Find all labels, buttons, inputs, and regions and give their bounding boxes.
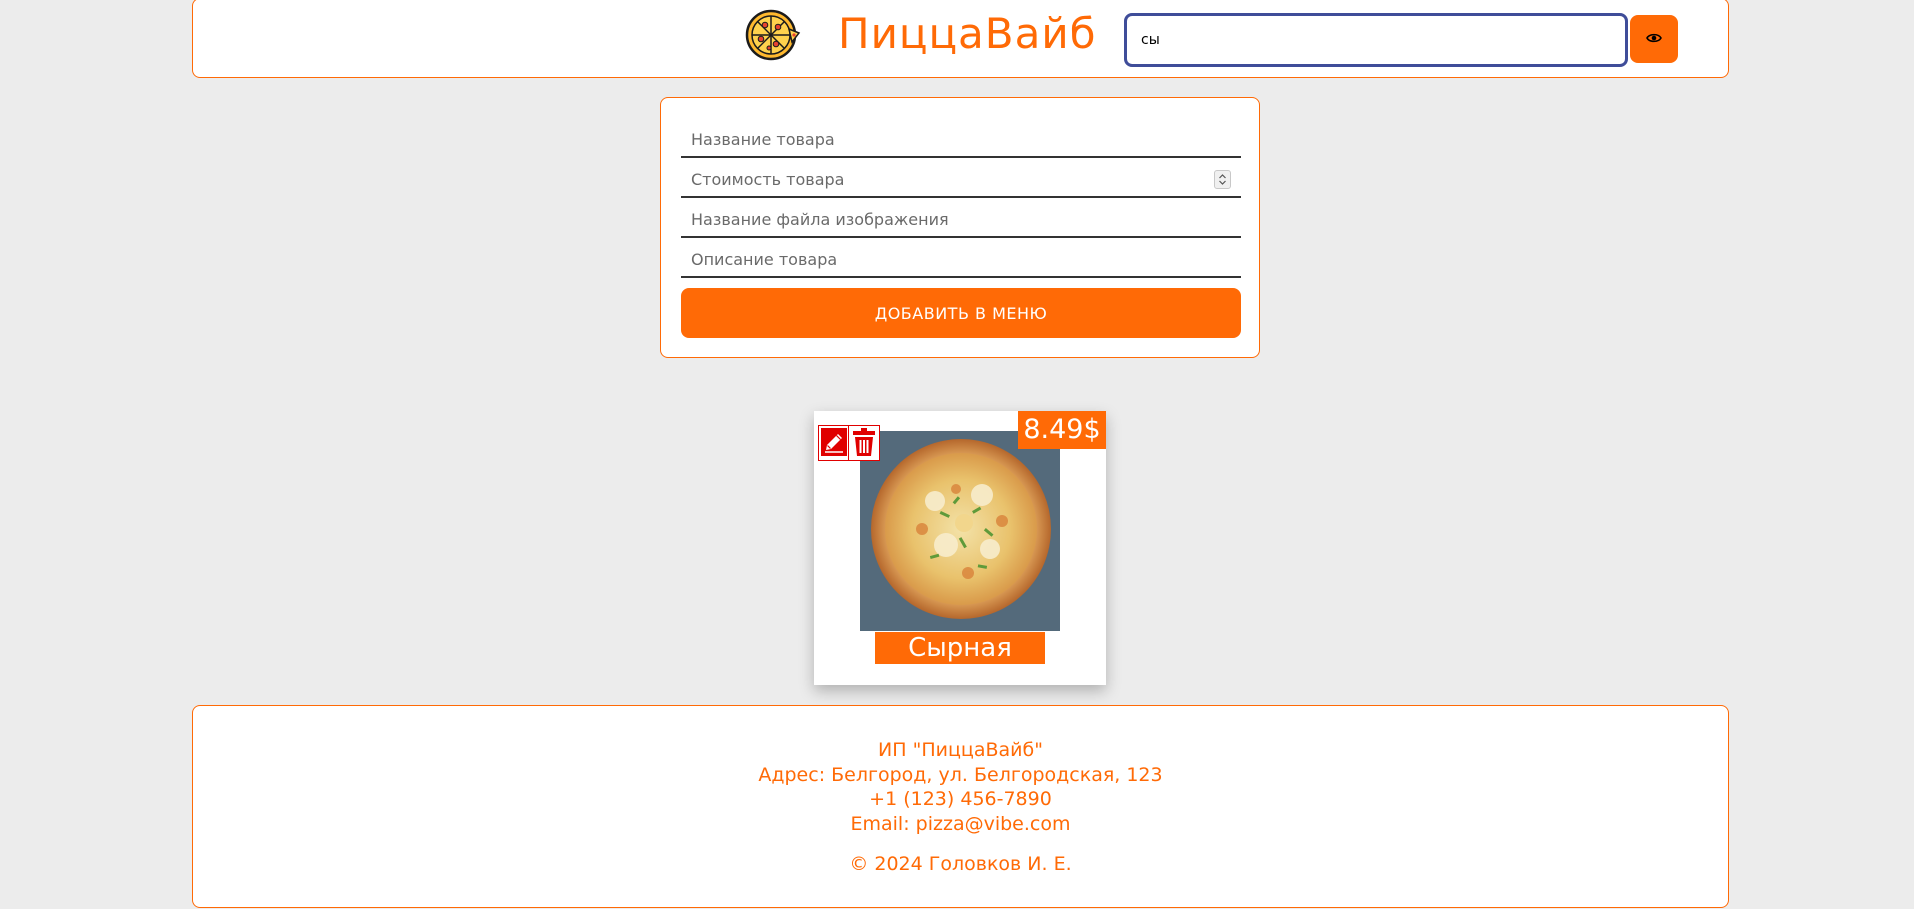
pizza-image [860,431,1060,631]
product-price-field[interactable] [681,158,1241,198]
eye-icon [1646,32,1662,47]
product-name: Сырная [875,632,1045,664]
site-footer: ИП "ПиццаВайб" Адрес: Белгород, ул. Белг… [192,705,1729,908]
footer-address: Адрес: Белгород, ул. Белгородская, 123 [758,763,1163,786]
product-description-field[interactable] [681,238,1241,278]
product-card: 8.49$ Сырная [814,411,1106,685]
price-badge: 8.49$ [1018,411,1106,449]
footer-copyright: © 2024 Головков И. Е. [849,853,1072,875]
toggle-visibility-button[interactable] [1630,15,1678,63]
trash-icon [851,427,877,460]
product-price-wrapper [681,158,1241,198]
pencil-icon [821,427,847,459]
edit-button[interactable] [818,425,850,461]
product-name-field[interactable] [681,118,1241,158]
footer-email: Email: pizza@vibe.com [850,812,1071,835]
add-to-menu-button[interactable]: ДОБАВИТЬ В МЕНЮ [681,288,1241,338]
add-product-form: ДОБАВИТЬ В МЕНЮ [660,97,1260,358]
price-spinner[interactable] [1214,170,1231,189]
search-input[interactable] [1124,13,1628,67]
delete-button[interactable] [848,425,880,461]
brand-title: ПиццаВайб [838,9,1097,58]
site-header: ПиццаВайб [192,0,1729,78]
footer-phone: +1 (123) 456-7890 [869,788,1052,810]
footer-contacts: ИП "ПиццаВайб" Адрес: Белгород, ул. Белг… [193,738,1728,836]
pizza-icon [745,7,801,63]
footer-company: ИП "ПиццаВайб" [878,739,1043,761]
image-filename-field[interactable] [681,198,1241,238]
